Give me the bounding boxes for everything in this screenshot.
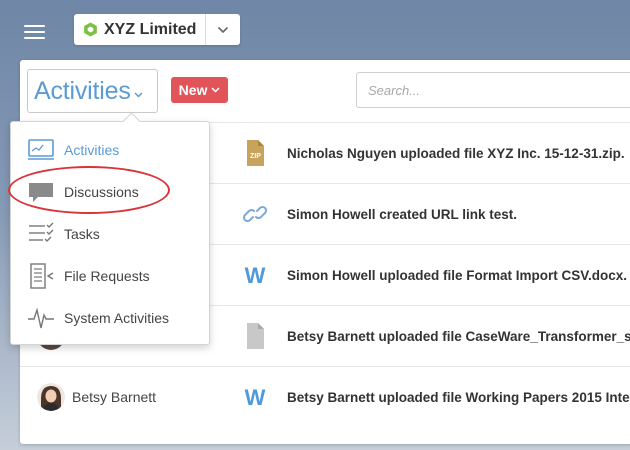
menu-item-discussions[interactable]: Discussions <box>11 171 209 213</box>
link-icon <box>243 205 267 223</box>
entity-dropdown-toggle[interactable] <box>205 14 240 45</box>
menu-item-label: Activities <box>64 142 120 158</box>
zip-file-icon: ZIP <box>247 140 264 166</box>
menu-item-file-requests[interactable]: File Requests <box>11 255 209 297</box>
entity-name: XYZ Limited <box>104 20 197 38</box>
feed-row[interactable]: Betsy Barnett W Betsy Barnett uploaded f… <box>20 366 630 427</box>
word-document-icon: W <box>245 263 266 288</box>
menu-item-label: File Requests <box>64 268 150 284</box>
menu-item-activities[interactable]: Activities <box>11 129 209 171</box>
checklist-icon <box>29 222 54 242</box>
search-input[interactable] <box>356 72 630 108</box>
feed-row-text: Betsy Barnett uploaded file CaseWare_Tra… <box>287 328 630 344</box>
menu-item-tasks[interactable]: Tasks <box>11 213 209 255</box>
view-dropdown-menu: Activities Discussions Tasks File Reques… <box>10 121 210 345</box>
chevron-down-icon <box>217 26 229 33</box>
activities-monitor-icon <box>28 139 54 160</box>
feed-row-text: Simon Howell uploaded file Format Import… <box>287 267 628 283</box>
new-button[interactable]: New <box>171 77 228 103</box>
speech-bubble-icon <box>29 183 53 202</box>
chevron-down-icon <box>134 92 143 98</box>
new-button-label: New <box>178 82 208 98</box>
feed-row-text: Simon Howell created URL link test. <box>287 206 518 222</box>
feed-row-text: Nicholas Nguyen uploaded file XYZ Inc. 1… <box>287 145 625 161</box>
menu-item-label: Tasks <box>64 226 100 242</box>
feed-row-text: Betsy Barnett uploaded file Working Pape… <box>287 389 630 405</box>
feed-row-user[interactable]: Betsy Barnett <box>72 389 156 405</box>
generic-file-icon <box>247 323 264 349</box>
hexagon-logo-icon <box>84 22 97 37</box>
pulse-line-icon <box>28 307 54 329</box>
view-selector[interactable]: Activities <box>27 69 158 113</box>
avatar <box>37 383 65 411</box>
word-document-icon: W <box>245 385 266 410</box>
chevron-down-icon <box>211 87 220 93</box>
menu-item-label: Discussions <box>64 184 139 200</box>
svg-text:W: W <box>245 263 266 288</box>
entity-selector-button[interactable]: XYZ Limited <box>74 14 205 45</box>
entity-selector[interactable]: XYZ Limited <box>74 14 240 45</box>
svg-text:W: W <box>245 385 266 410</box>
menu-item-system-activities[interactable]: System Activities <box>11 297 209 339</box>
view-selector-label: Activities <box>34 76 131 105</box>
svg-text:ZIP: ZIP <box>250 153 261 160</box>
file-request-icon <box>30 263 54 289</box>
menu-item-label: System Activities <box>64 310 170 326</box>
hamburger-menu-icon[interactable] <box>24 24 45 39</box>
